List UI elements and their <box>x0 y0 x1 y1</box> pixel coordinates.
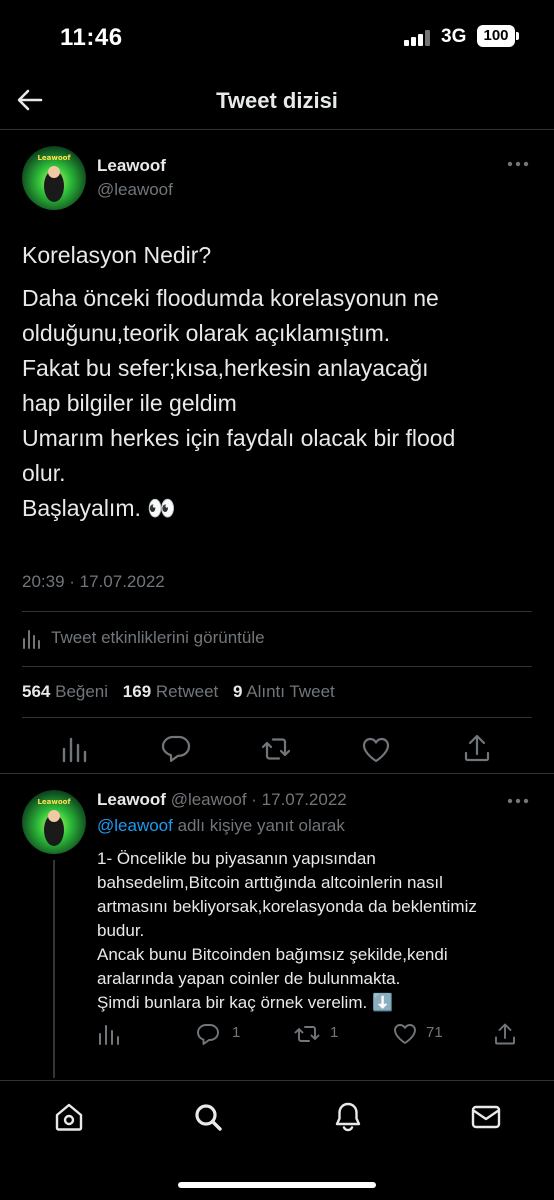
reply-share-button[interactable] <box>493 1020 523 1048</box>
bar-chart-icon[interactable] <box>60 734 90 764</box>
tweet-line: Fakat bu sefer;kısa,herkesin anlayacağı <box>22 355 429 381</box>
thread-connector-line <box>53 860 55 1078</box>
replying-to: @leawoof adlı kişiye yanıt olarak <box>97 816 345 836</box>
signal-strength-icon <box>404 30 434 46</box>
notifications-bell-icon[interactable] <box>332 1101 364 1133</box>
quotes-stat[interactable]: 9 Alıntı Tweet <box>233 682 345 701</box>
tweet-line: Umarım herkes için faydalı olacak bir fl… <box>22 425 456 451</box>
tweet-line: hap bilgiler ile geldim <box>22 390 237 416</box>
avatar-image: Leawoof <box>22 790 86 854</box>
speech-bubble-icon[interactable] <box>161 733 191 763</box>
battery-indicator: 100 <box>477 25 519 47</box>
reply-reply-button[interactable]: 1 <box>196 1020 246 1048</box>
reply-action-bar: 1 1 71 <box>97 1020 517 1048</box>
reply-line: Şimdi bunlara bir kaç örnek verelim. ⬇️ <box>97 993 394 1012</box>
quotes-count: 9 <box>233 682 243 701</box>
reply-to-text: adlı kişiye yanıt olarak <box>177 816 345 835</box>
share-upload-icon <box>495 1023 515 1045</box>
messages-envelope-icon[interactable] <box>470 1101 502 1133</box>
author-avatar[interactable]: Leawoof <box>22 146 86 210</box>
share-upload-icon[interactable] <box>462 733 492 763</box>
bar-chart-icon <box>99 1025 119 1045</box>
retweets-count: 169 <box>122 682 152 701</box>
heart-icon <box>394 1024 416 1044</box>
reply-retweet-button[interactable]: 1 <box>294 1020 344 1048</box>
likes-label: Beğeni <box>55 682 109 701</box>
quotes-label: Alıntı Tweet <box>246 682 335 701</box>
divider <box>22 666 532 667</box>
reply-line: artmasını bekliyorsak,korelasyonda da be… <box>97 897 477 916</box>
divider <box>22 611 532 612</box>
speech-bubble-icon <box>197 1024 219 1045</box>
page-title: Tweet dizisi <box>216 88 338 113</box>
heart-icon[interactable] <box>361 735 391 765</box>
retweet-arrows-icon[interactable] <box>261 734 291 764</box>
reply-line: aralarında yapan coinler de bulunmakta. <box>97 969 401 988</box>
reply-stats-button[interactable] <box>97 1020 127 1048</box>
reply-header: Leawoof @leawoof · 17.07.2022 <box>97 790 347 810</box>
status-bar: 11:46 3G 100 <box>0 0 554 74</box>
reply-author-name[interactable]: Leawoof <box>97 790 166 809</box>
reply-line: 1- Öncelikle bu piyasanın yapısından <box>97 849 376 868</box>
more-dots-icon[interactable] <box>506 160 530 168</box>
reply-author-avatar[interactable]: Leawoof <box>22 790 86 854</box>
network-type: 3G <box>441 26 467 47</box>
top-navigation-bar: Tweet dizisi <box>0 74 554 130</box>
reply-text: 1- Öncelikle bu piyasanın yapısından bah… <box>97 847 537 1015</box>
reply-line: budur. <box>97 921 145 940</box>
home-icon[interactable] <box>53 1101 85 1133</box>
author-name[interactable]: Leawoof <box>97 156 166 176</box>
tweet-title-line: Korelasyon Nedir? <box>22 242 212 268</box>
tweet-timestamp[interactable]: 20:39 · 17.07.2022 <box>22 572 165 592</box>
reply-line: Ancak bunu Bitcoinden bağımsız şekilde,k… <box>97 945 448 964</box>
reply-mention-link[interactable]: @leawoof <box>97 816 173 835</box>
more-dots-icon[interactable] <box>506 797 530 805</box>
reply-line: bahsedelim,Bitcoin arttığında altcoinler… <box>97 873 443 892</box>
reply-count: 1 <box>232 1024 241 1041</box>
svg-text:Leawoof: Leawoof <box>37 798 71 806</box>
reply-date: · 17.07.2022 <box>251 790 347 809</box>
status-time: 11:46 <box>60 24 123 51</box>
tweet-line: olur. <box>22 460 66 486</box>
reply-author-handle[interactable]: @leawoof <box>171 790 247 809</box>
svg-text:Leawoof: Leawoof <box>37 154 71 162</box>
author-handle[interactable]: @leawoof <box>97 180 173 200</box>
retweet-arrows-icon <box>294 1026 320 1042</box>
bar-chart-icon <box>23 630 40 649</box>
avatar-image: Leawoof <box>22 146 86 210</box>
tweet-line: Daha önceki floodumda korelasyonun ne <box>22 285 439 311</box>
likes-stat[interactable]: 564 Beğeni <box>22 682 118 701</box>
tweet-stats: 564 Beğeni 169 Retweet 9 Alıntı Tweet <box>22 682 345 702</box>
retweets-stat[interactable]: 169 Retweet <box>123 682 228 701</box>
search-icon[interactable] <box>192 1101 224 1133</box>
retweets-label: Retweet <box>155 682 219 701</box>
activity-label: Tweet etkinliklerini görüntüle <box>51 628 265 647</box>
home-indicator <box>178 1182 376 1188</box>
tweet-text: Korelasyon Nedir? Daha önceki floodumda … <box>22 238 542 526</box>
retweet-count: 1 <box>330 1024 339 1041</box>
tweet-line: olduğunu,teorik olarak açıklamıştım. <box>22 320 391 346</box>
divider <box>22 717 532 718</box>
tweet-line: Başlayalım. 👀 <box>22 495 176 521</box>
reply-like-button[interactable]: 71 <box>393 1020 453 1048</box>
likes-count: 564 <box>22 682 51 701</box>
divider <box>0 773 554 774</box>
like-count: 71 <box>426 1024 443 1041</box>
